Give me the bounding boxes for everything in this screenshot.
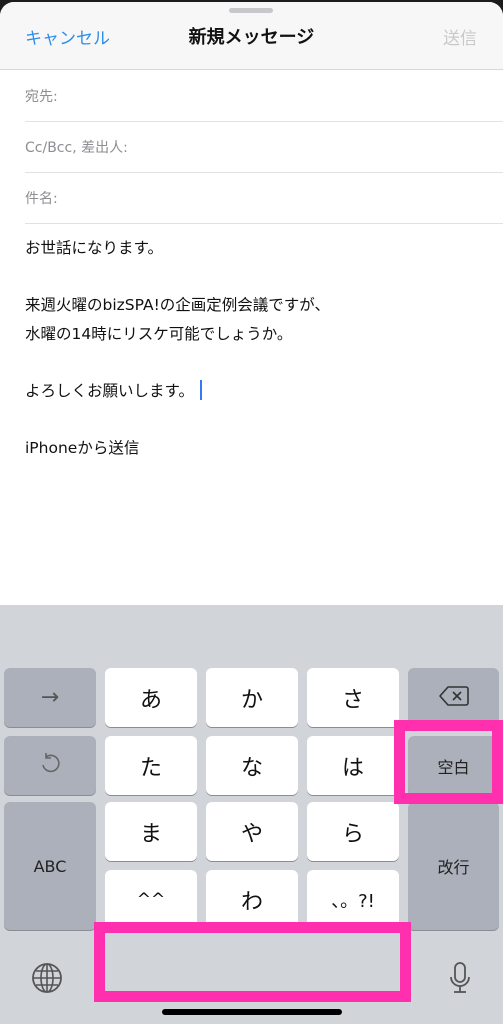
signature-line: iPhoneから送信 xyxy=(25,438,140,457)
kana-key-ma[interactable]: ま xyxy=(105,802,197,861)
to-field[interactable]: 宛先: xyxy=(25,71,503,122)
space-key[interactable]: 空白 xyxy=(408,736,499,795)
arrow-right-icon: → xyxy=(40,685,60,710)
kana-key-sa[interactable]: さ xyxy=(307,668,399,727)
kana-key-na[interactable]: な xyxy=(206,736,298,795)
body-line xyxy=(25,348,485,377)
kana-key-ha[interactable]: は xyxy=(307,736,399,795)
cc-bcc-from-label: Cc/Bcc, 差出人: xyxy=(25,140,128,156)
dictation-button[interactable] xyxy=(440,960,480,1000)
page-title: 新規メッセージ xyxy=(188,27,315,48)
to-label: 宛先: xyxy=(25,89,58,105)
kana-key-ra[interactable]: ら xyxy=(307,802,399,861)
compose-sheet: キャンセル 新規メッセージ 送信 宛先: Cc/Bcc, 差出人: 件名: お世… xyxy=(0,2,503,1024)
body-line xyxy=(25,263,485,292)
body-line: 水曜の14時にリスケ可能でしょうか。 xyxy=(25,324,293,343)
body-line-with-cursor: よろしくお願いします。 xyxy=(25,377,485,406)
body-line: 来週火曜のbizSPA!の企画定例会議ですが、 xyxy=(25,296,330,314)
sheet-grabber[interactable] xyxy=(229,8,273,13)
backspace-icon xyxy=(438,685,469,711)
kana-key-a[interactable]: あ xyxy=(105,668,197,727)
message-body[interactable]: お世話になります。 来週火曜のbizSPA!の企画定例会議ですが、 水曜の14時… xyxy=(25,234,485,462)
kana-key-emoticon[interactable]: ^^ xyxy=(105,870,197,929)
cc-bcc-from-field[interactable]: Cc/Bcc, 差出人: xyxy=(25,122,503,173)
keyboard: → ABC あ か さ た な は ま や ら ^^ わ 、。?! 空白 改行 xyxy=(0,605,503,1024)
abc-key[interactable]: ABC xyxy=(4,802,96,930)
microphone-icon xyxy=(449,961,471,999)
body-line xyxy=(25,405,485,434)
body-line-text: よろしくお願いします。 xyxy=(25,381,194,400)
delete-key[interactable] xyxy=(408,668,499,727)
kana-key-ka[interactable]: か xyxy=(206,668,298,727)
subject-label: 件名: xyxy=(25,191,58,207)
subject-field[interactable]: 件名: xyxy=(25,173,503,224)
undo-icon xyxy=(38,751,62,781)
kana-key-ya[interactable]: や xyxy=(206,802,298,861)
navigation-bar: キャンセル 新規メッセージ 送信 xyxy=(0,2,503,70)
kana-key-punctuation[interactable]: 、。?! xyxy=(307,870,399,929)
send-button[interactable]: 送信 xyxy=(443,24,477,49)
text-cursor xyxy=(199,379,202,400)
body-line: お世話になります。 xyxy=(25,239,163,257)
globe-icon xyxy=(31,962,63,998)
return-key[interactable]: 改行 xyxy=(408,802,499,930)
kana-key-wa[interactable]: わ xyxy=(206,870,298,929)
kana-key-ta[interactable]: た xyxy=(105,736,197,795)
home-indicator xyxy=(162,1009,342,1015)
undo-key[interactable] xyxy=(4,736,96,795)
next-candidate-key[interactable]: → xyxy=(4,668,96,727)
globe-button[interactable] xyxy=(27,960,67,1000)
